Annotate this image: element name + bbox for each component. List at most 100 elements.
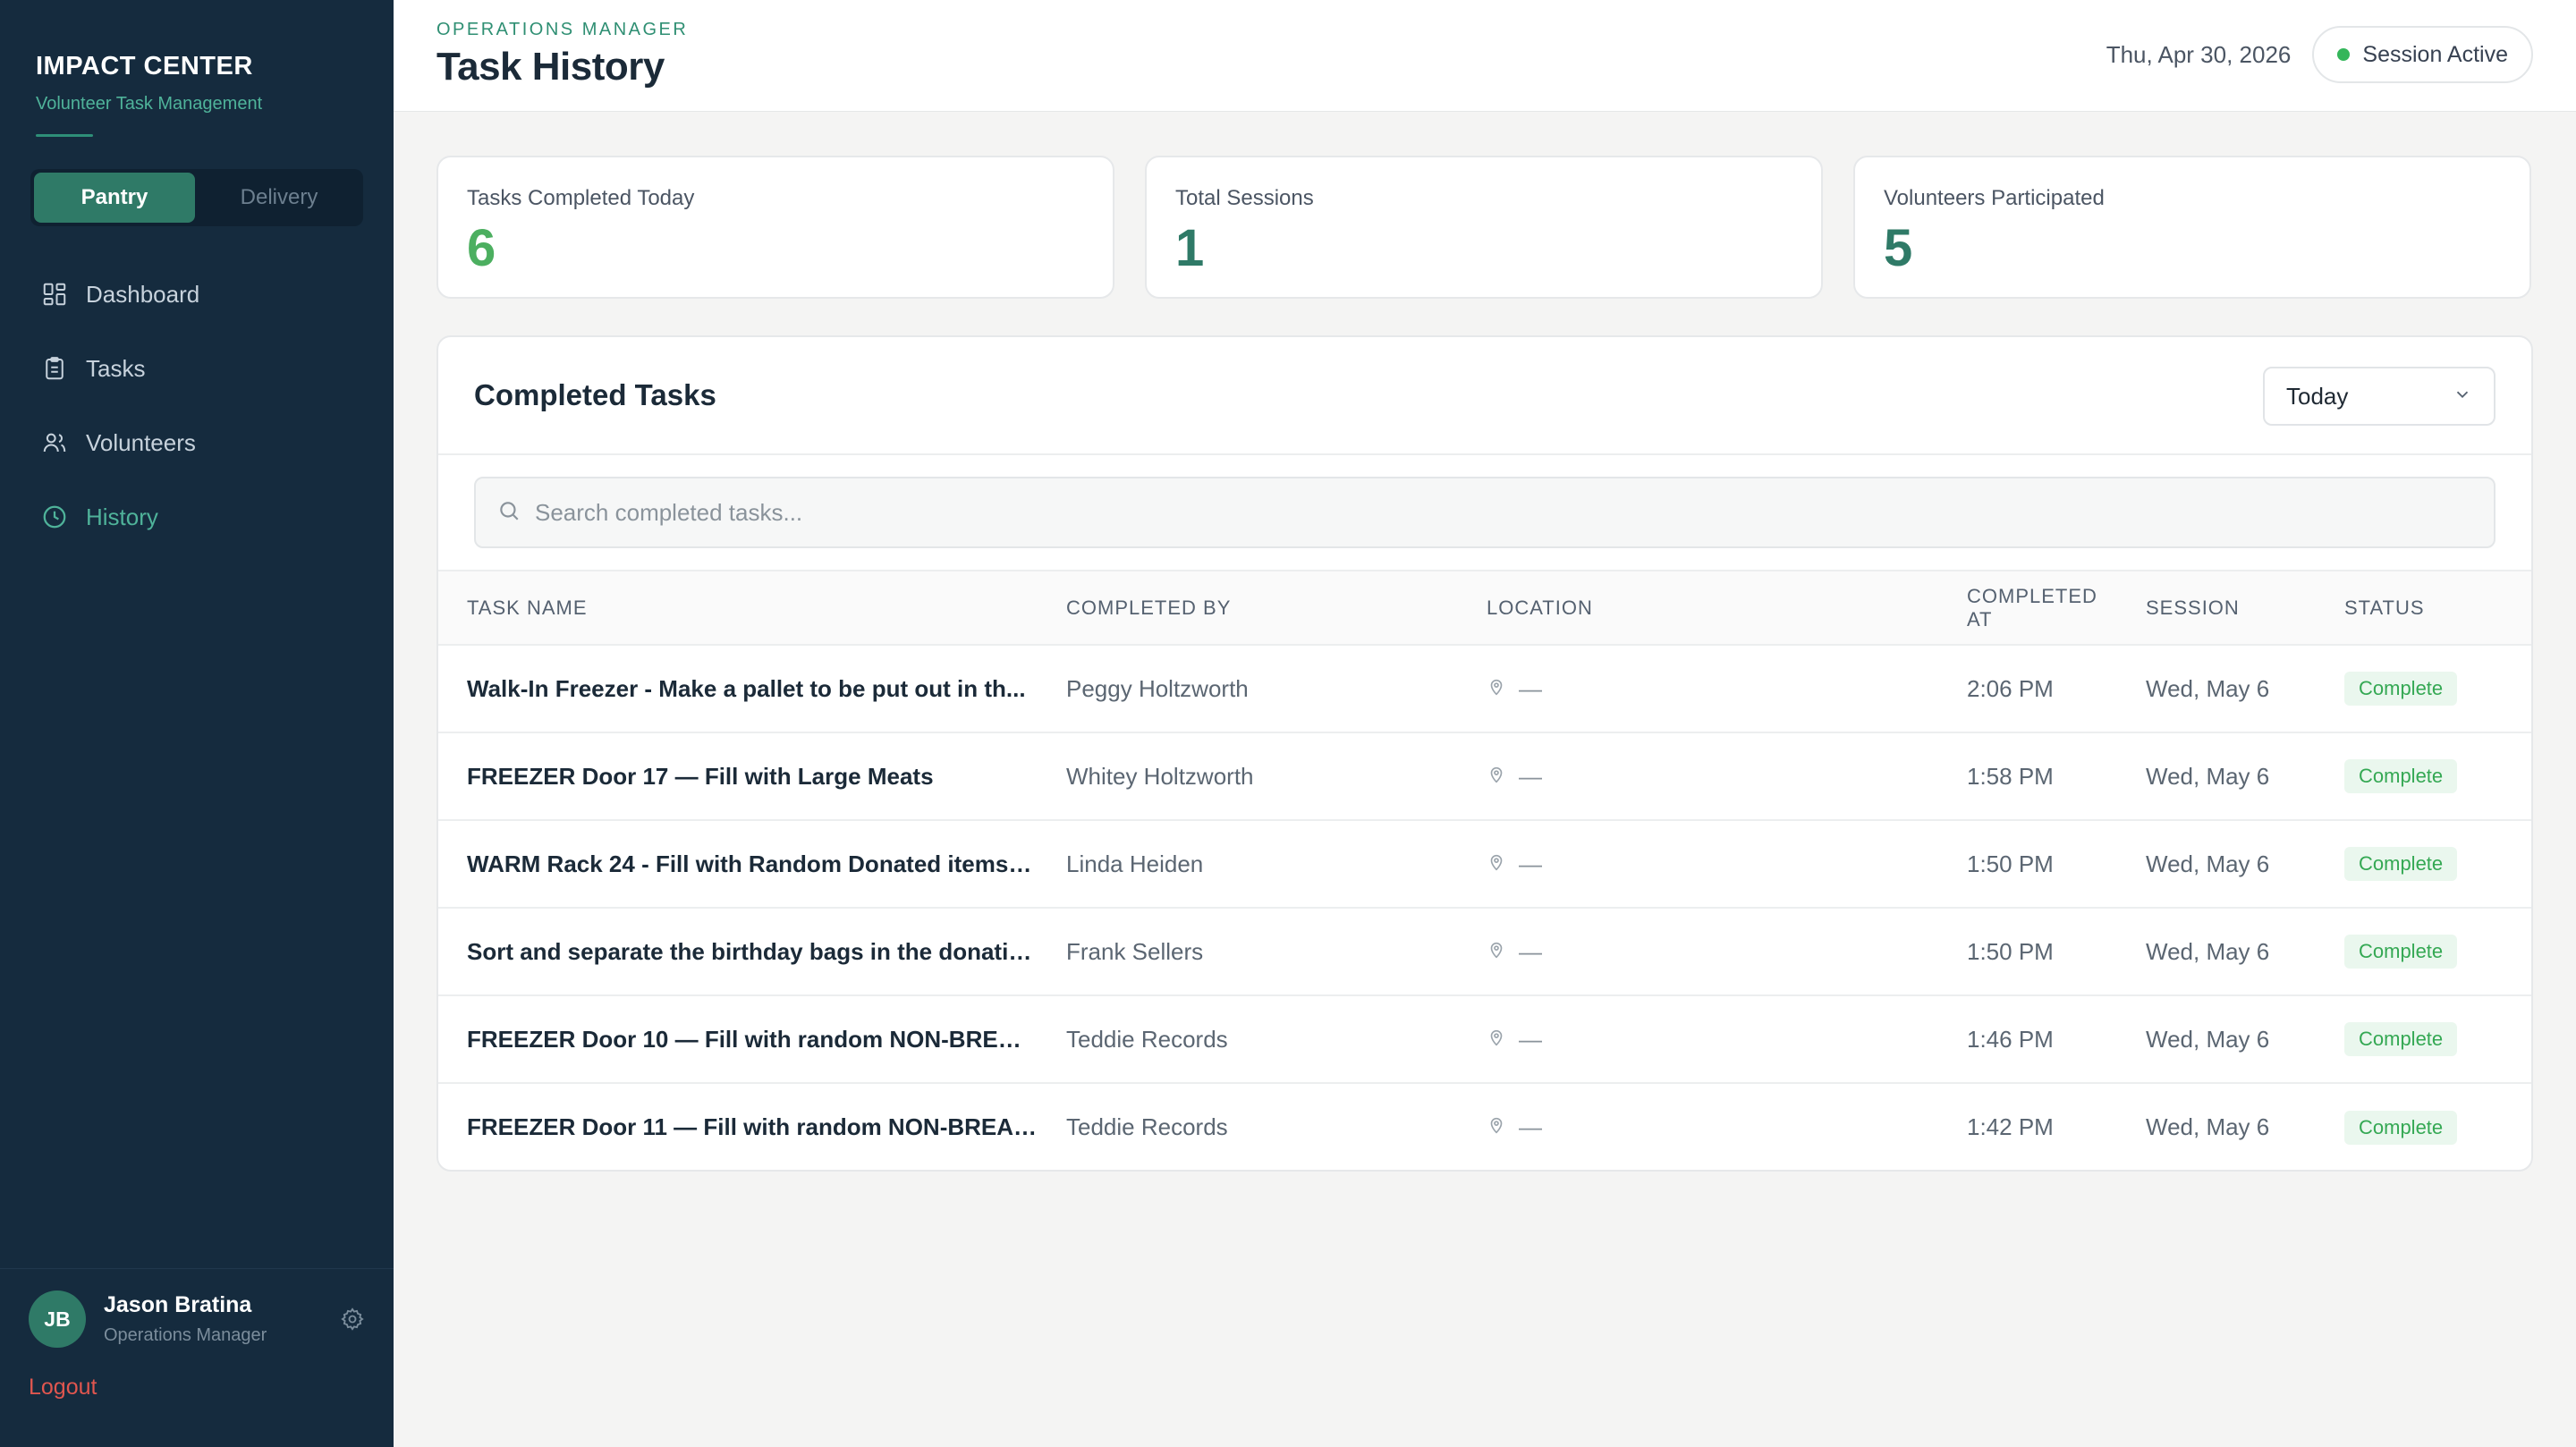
status-cell: Complete bbox=[2316, 908, 2531, 995]
search-input[interactable] bbox=[535, 498, 2472, 527]
gear-icon[interactable] bbox=[340, 1307, 365, 1332]
task-name-cell: WARM Rack 24 - Fill with Random Donated … bbox=[467, 850, 1038, 877]
task-name-cell: FREEZER Door 10 — Fill with random NON-B… bbox=[467, 1025, 1038, 1053]
sidebar-item-label: History bbox=[86, 503, 158, 530]
status-badge: Complete bbox=[2344, 847, 2458, 881]
main-content: OPERATIONS MANAGER Task History Thu, Apr… bbox=[394, 0, 2576, 1447]
status-cell: Complete bbox=[2316, 820, 2531, 908]
logout-link[interactable]: Logout bbox=[0, 1348, 97, 1400]
app-root: IMPACT CENTER Volunteer Task Management … bbox=[0, 0, 2576, 1447]
stat-card-tasks-completed: Tasks Completed Today 6 bbox=[436, 156, 1114, 299]
task-name-cell: FREEZER Door 11 — Fill with random NON-B… bbox=[467, 1113, 1038, 1140]
completed-at-cell: 1:46 PM bbox=[1967, 1025, 2054, 1053]
location-value: — bbox=[1519, 1113, 1542, 1140]
table-row[interactable]: FREEZER Door 11 — Fill with random NON-B… bbox=[438, 1083, 2531, 1170]
brand: IMPACT CENTER Volunteer Task Management bbox=[0, 0, 394, 137]
completed-by-cell: Whitey Holtzworth bbox=[1066, 762, 1254, 790]
search-icon bbox=[497, 499, 521, 527]
table-row[interactable]: Walk-In Freezer - Make a pallet to be pu… bbox=[438, 645, 2531, 732]
user-profile: JB Jason Bratina Operations Manager bbox=[0, 1269, 394, 1348]
panel-header: Completed Tasks Today bbox=[438, 337, 2531, 455]
table-row[interactable]: FREEZER Door 17 — Fill with Large Meats … bbox=[438, 732, 2531, 820]
session-status-text: Session Active bbox=[2362, 41, 2508, 67]
column-header-task-name[interactable]: TASK NAME bbox=[438, 571, 1038, 645]
table-row[interactable]: WARM Rack 24 - Fill with Random Donated … bbox=[438, 820, 2531, 908]
brand-divider bbox=[36, 134, 93, 137]
clock-icon bbox=[41, 503, 68, 530]
column-header-location[interactable]: LOCATION bbox=[1458, 571, 1938, 645]
location-cell: — bbox=[1458, 820, 1938, 908]
avatar[interactable]: JB bbox=[29, 1290, 86, 1348]
role-eyebrow: OPERATIONS MANAGER bbox=[436, 20, 689, 39]
location-cell: — bbox=[1458, 1083, 1938, 1170]
table-row[interactable]: FREEZER Door 10 — Fill with random NON-B… bbox=[438, 995, 2531, 1083]
sidebar-item-label: Tasks bbox=[86, 354, 146, 382]
status-dot-icon bbox=[2337, 48, 2351, 61]
completed-tasks-table: TASK NAME COMPLETED BY LOCATION COMPLETE… bbox=[438, 571, 2531, 1170]
location-value: — bbox=[1519, 674, 1542, 702]
sidebar-item-tasks[interactable]: Tasks bbox=[27, 342, 367, 395]
chevron-down-icon bbox=[2453, 383, 2472, 410]
sidebar-item-label: Dashboard bbox=[86, 280, 200, 308]
users-icon bbox=[41, 429, 68, 456]
task-name-cell: FREEZER Door 17 — Fill with Large Meats bbox=[467, 762, 934, 790]
column-header-status[interactable]: STATUS bbox=[2316, 571, 2531, 645]
completed-at-cell: 1:42 PM bbox=[1967, 1113, 2054, 1140]
table-header-row: TASK NAME COMPLETED BY LOCATION COMPLETE… bbox=[438, 571, 2531, 645]
sidebar-item-volunteers[interactable]: Volunteers bbox=[27, 416, 367, 470]
completed-at-cell: 1:58 PM bbox=[1967, 762, 2054, 790]
sidebar: IMPACT CENTER Volunteer Task Management … bbox=[0, 0, 394, 1447]
completed-by-cell: Frank Sellers bbox=[1066, 937, 1204, 965]
sidebar-item-dashboard[interactable]: Dashboard bbox=[27, 267, 367, 321]
location-cell: — bbox=[1458, 732, 1938, 820]
brand-subtitle: Volunteer Task Management bbox=[36, 94, 263, 114]
date-filter-select[interactable]: Today bbox=[2263, 367, 2496, 426]
date-filter-value: Today bbox=[2286, 382, 2349, 410]
session-cell: Wed, May 6 bbox=[2146, 850, 2270, 877]
map-pin-icon bbox=[1487, 763, 1506, 791]
map-pin-icon bbox=[1487, 938, 1506, 966]
stat-label: Total Sessions bbox=[1175, 186, 1314, 210]
map-pin-icon bbox=[1487, 850, 1506, 878]
location-value: — bbox=[1519, 762, 1542, 790]
map-pin-icon bbox=[1487, 1026, 1506, 1054]
table-row[interactable]: Sort and separate the birthday bags in t… bbox=[438, 908, 2531, 995]
completed-by-cell: Teddie Records bbox=[1066, 1025, 1228, 1053]
completed-at-cell: 2:06 PM bbox=[1967, 674, 2054, 702]
status-cell: Complete bbox=[2316, 1083, 2531, 1170]
location-value: — bbox=[1519, 850, 1542, 877]
top-header: OPERATIONS MANAGER Task History Thu, Apr… bbox=[394, 0, 2576, 112]
session-cell: Wed, May 6 bbox=[2146, 762, 2270, 790]
session-status-badge: Session Active bbox=[2312, 26, 2533, 83]
completed-at-cell: 1:50 PM bbox=[1967, 850, 2054, 877]
status-badge: Complete bbox=[2344, 1022, 2458, 1056]
map-pin-icon bbox=[1487, 675, 1506, 703]
user-role: Operations Manager bbox=[104, 1325, 267, 1345]
column-header-completed-at[interactable]: COMPLETED AT bbox=[1938, 571, 2117, 645]
status-cell: Complete bbox=[2316, 732, 2531, 820]
task-name-cell: Walk-In Freezer - Make a pallet to be pu… bbox=[467, 674, 1026, 702]
session-cell: Wed, May 6 bbox=[2146, 674, 2270, 702]
map-pin-icon bbox=[1487, 1113, 1506, 1141]
sidebar-item-history[interactable]: History bbox=[27, 490, 367, 544]
toggle-delivery-button[interactable]: Delivery bbox=[199, 173, 360, 223]
page-title: Task History bbox=[436, 45, 665, 89]
column-header-completed-by[interactable]: COMPLETED BY bbox=[1038, 571, 1458, 645]
user-name: Jason Bratina bbox=[104, 1292, 252, 1317]
dashboard-icon bbox=[41, 281, 68, 308]
completed-tasks-panel: Completed Tasks Today Search completed t… bbox=[436, 335, 2533, 1172]
location-cell: — bbox=[1458, 645, 1938, 732]
stat-label: Volunteers Participated bbox=[1884, 186, 2105, 210]
brand-title: IMPACT CENTER bbox=[36, 52, 253, 80]
status-cell: Complete bbox=[2316, 995, 2531, 1083]
stat-value: 5 bbox=[1884, 219, 1913, 277]
stat-label: Tasks Completed Today bbox=[467, 186, 695, 210]
location-cell: — bbox=[1458, 995, 1938, 1083]
search-box bbox=[474, 477, 2496, 548]
toggle-pantry-button[interactable]: Pantry bbox=[34, 173, 195, 223]
session-cell: Wed, May 6 bbox=[2146, 1113, 2270, 1140]
location-value: — bbox=[1519, 937, 1542, 965]
completed-at-cell: 1:50 PM bbox=[1967, 937, 2054, 965]
table-body: Walk-In Freezer - Make a pallet to be pu… bbox=[438, 645, 2531, 1170]
column-header-session[interactable]: SESSION bbox=[2117, 571, 2316, 645]
